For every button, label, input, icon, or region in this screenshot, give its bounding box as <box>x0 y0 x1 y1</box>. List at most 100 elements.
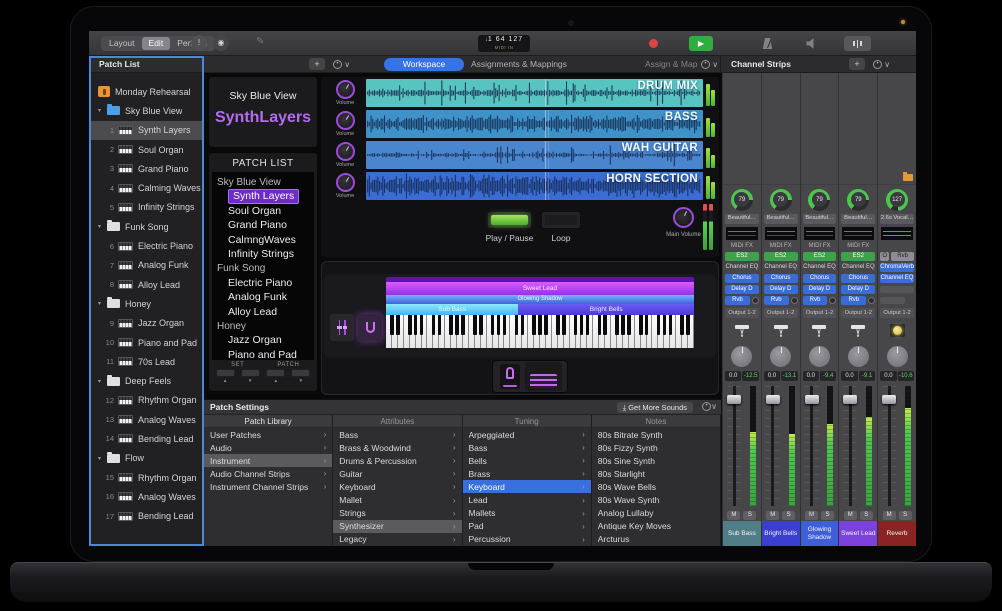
output-button[interactable]: Output 1-2 <box>725 308 759 318</box>
library-item[interactable]: Instrument› <box>204 454 332 467</box>
expression-pedal[interactable] <box>500 364 520 389</box>
channel-name[interactable]: Glowing Shadow <box>801 521 839 546</box>
library-action-menu[interactable]: •∨ <box>702 402 717 411</box>
library-item[interactable]: 80s Wave Synth› <box>592 493 720 506</box>
patch-row[interactable]: ▾ 3 Grand Piano <box>90 159 203 178</box>
assign-map-button[interactable]: Assign & Map <box>645 56 697 72</box>
waveform[interactable]: DRUM MIX <box>366 79 703 107</box>
library-item[interactable]: 80s Starlight› <box>592 467 720 480</box>
tuner-button[interactable] <box>844 36 871 51</box>
library-item[interactable]: 80s Sine Synth› <box>592 454 720 467</box>
patch-row[interactable]: ▾ 7 Analog Funk <box>90 256 203 275</box>
channel-name[interactable]: Bright Bells <box>762 521 800 546</box>
play-button[interactable]: ▶ <box>689 36 713 51</box>
volume-knob[interactable] <box>336 173 355 192</box>
library-item[interactable]: Guitar› <box>333 467 461 480</box>
pitch-mod-wheels[interactable] <box>330 314 354 341</box>
patch-list-item[interactable]: Jazz Organ <box>212 333 314 347</box>
fx-slot[interactable]: Chorus <box>725 274 759 283</box>
mute-button[interactable]: M <box>805 511 818 520</box>
tab-workspace[interactable]: Workspace <box>384 58 464 71</box>
patch-row[interactable]: ▾ 17 Bending Lead <box>90 507 203 526</box>
library-item[interactable]: Strings› <box>333 507 461 520</box>
level-value[interactable]: -9.1 <box>859 371 875 381</box>
library-item[interactable]: Antique Key Moves› <box>592 520 720 533</box>
fader-track[interactable] <box>882 386 896 506</box>
mute-button[interactable]: M <box>883 511 896 520</box>
fader-track[interactable] <box>843 386 857 506</box>
loop-button[interactable] <box>541 211 581 229</box>
send-slot[interactable]: Rvb <box>803 296 828 305</box>
record-button[interactable] <box>649 39 658 48</box>
patch-row[interactable]: ▾ 11 70s Lead <box>90 352 203 371</box>
patch-row[interactable]: ▾ 6 Electric Piano <box>90 236 203 255</box>
instrument-slot[interactable]: ES2 <box>841 252 875 261</box>
layer-bright-bells[interactable]: Bright Bells <box>518 304 694 315</box>
patch-list-item[interactable]: Honey <box>212 319 314 333</box>
output-button[interactable]: Output 1-2 <box>880 308 914 318</box>
mode-button[interactable]: Edit <box>142 37 171 50</box>
library-item[interactable]: Pad› <box>463 520 591 533</box>
library-item[interactable]: Mallets› <box>463 507 591 520</box>
send-slot[interactable]: Rvb <box>725 296 750 305</box>
send-slot[interactable] <box>880 297 905 304</box>
panic-button[interactable]: ! <box>191 35 207 51</box>
patch-row[interactable]: ▾ 5 Infinity Strings <box>90 198 203 217</box>
pan-value[interactable]: 0.0 <box>764 371 780 381</box>
instrument-slot[interactable]: ES2 <box>725 252 759 261</box>
pan-knob[interactable] <box>887 346 908 367</box>
level-value[interactable]: -10.6 <box>898 371 914 381</box>
library-item[interactable]: Drums & Percussion› <box>333 454 461 467</box>
gain-knob[interactable]: 79 <box>801 185 839 214</box>
library-item[interactable]: Audio› <box>204 441 332 454</box>
layer-glowing-shadow[interactable]: Glowing Shadow <box>386 295 694 304</box>
pan-knob[interactable] <box>731 346 752 367</box>
channel-name[interactable]: Sweet Lead <box>839 521 877 546</box>
disclosure-triangle-icon[interactable]: ▾ <box>98 300 107 307</box>
eq-slot[interactable]: Channel EQ <box>841 263 875 272</box>
piano-keys[interactable] <box>386 315 694 348</box>
library-item[interactable]: Mallet› <box>333 493 461 506</box>
disclosure-triangle-icon[interactable]: ▾ <box>98 455 107 462</box>
library-item[interactable]: Analog Lullaby› <box>592 507 720 520</box>
instrument-slot[interactable]: ES2 <box>764 252 798 261</box>
eq-slot[interactable]: ChromaVerb <box>880 263 914 272</box>
eq-thumbnail[interactable] <box>881 227 913 240</box>
library-item[interactable]: Bass› <box>333 428 461 441</box>
channel-strips-action-menu[interactable]: • ∨ <box>873 59 895 70</box>
mute-button[interactable]: M <box>727 511 740 520</box>
fader-cap[interactable] <box>882 395 896 404</box>
patch-row[interactable]: ▾ 8 Alloy Lead <box>90 275 203 294</box>
patch-row[interactable]: ▾ 13 Analog Waves <box>90 410 203 429</box>
fx-slot[interactable]: Chorus <box>803 274 837 283</box>
play-pause-button[interactable] <box>487 211 532 229</box>
pan-knob[interactable] <box>848 346 869 367</box>
mute-button[interactable]: M <box>844 511 857 520</box>
master-mute-button[interactable]: ◉ <box>213 35 229 51</box>
patch-list-item[interactable]: Piano and Pad <box>212 348 314 360</box>
patch-row[interactable]: ▾ Monday Rehearsal <box>90 82 203 101</box>
solo-button[interactable]: S <box>821 511 834 520</box>
volume-knob[interactable] <box>336 80 355 99</box>
library-item[interactable]: Lead› <box>463 493 591 506</box>
waveform[interactable]: HORN SECTION <box>366 172 703 200</box>
volume-knob[interactable] <box>336 111 355 130</box>
patch-row[interactable]: ▾ Honey <box>90 294 203 313</box>
pan-value[interactable]: 0.0 <box>803 371 819 381</box>
layer-sub-bass[interactable]: Sub Bass <box>386 304 518 315</box>
patch-list-item[interactable]: Soul Organ <box>212 204 314 218</box>
fader-cap[interactable] <box>727 395 741 404</box>
preset-button[interactable]: Beautiful… <box>801 214 839 225</box>
library-item[interactable]: Arcturus› <box>592 533 720 546</box>
disclosure-triangle-icon[interactable]: ▾ <box>98 107 107 114</box>
add-channel-strip-button[interactable]: + <box>849 58 865 70</box>
pan-knob[interactable] <box>809 346 830 367</box>
send-knob[interactable] <box>752 297 759 304</box>
send-knob[interactable] <box>791 297 798 304</box>
patch-list-item[interactable]: Grand Piano <box>212 218 314 232</box>
get-more-sounds-button[interactable]: ⤓ Get More Sounds <box>617 402 693 413</box>
library-item[interactable]: Brass› <box>463 467 591 480</box>
preset-button[interactable]: Beautiful… <box>762 214 800 225</box>
patch-list-item[interactable]: Synth Layers <box>212 189 314 203</box>
gain-knob[interactable]: 79 <box>839 185 877 214</box>
